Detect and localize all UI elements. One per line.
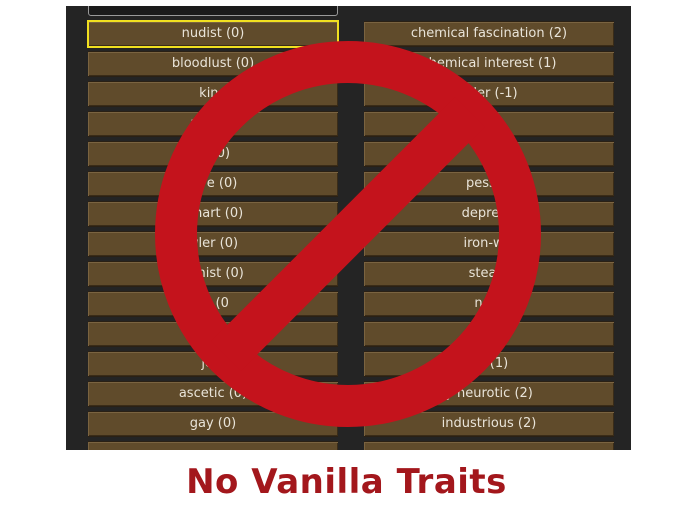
trait-button[interactable]: chemical interest (1) [364, 51, 614, 77]
trait-button[interactable]: y neurotic (2) [364, 381, 614, 407]
trait-button[interactable]: smart (0) [88, 201, 338, 227]
trait-button[interactable] [88, 321, 338, 347]
trait-button[interactable]: ascetic (0) [88, 381, 338, 407]
trait-button[interactable]: sive (0) [88, 171, 338, 197]
trait-button[interactable]: industrious (2) [364, 411, 614, 437]
trait-button[interactable]: v 2) [364, 321, 614, 347]
trait-button[interactable]: jeal [88, 351, 338, 377]
trait-button[interactable]: al (0) [88, 141, 338, 167]
trait-button[interactable]: iron-will [364, 231, 614, 257]
trait-button[interactable] [88, 441, 338, 450]
trait-button[interactable]: pt [364, 141, 614, 167]
trait-button[interactable]: e (2) [364, 111, 614, 137]
trait-button[interactable]: wl (0 [88, 291, 338, 317]
trait-button[interactable]: nchist (0) [88, 261, 338, 287]
trait-button[interactable]: nudist (0) [87, 20, 339, 48]
trait-button[interactable]: gay (0) [88, 411, 338, 437]
trait-button[interactable]: bloodlust (0) [88, 51, 338, 77]
trait-button[interactable]: pessim [364, 171, 614, 197]
trait-button[interactable]: wler (0) [88, 231, 338, 257]
trait-button[interactable]: steadf [364, 261, 614, 287]
caption-text: No Vanilla Traits [186, 462, 507, 502]
trait-button[interactable]: tic (1) [364, 351, 614, 377]
trait-button[interactable]: kind [88, 81, 338, 107]
trait-button[interactable]: depressi [364, 201, 614, 227]
search-field[interactable] [88, 6, 338, 16]
trait-button[interactable]: taler (-1) [364, 81, 614, 107]
trait-button[interactable] [364, 441, 614, 450]
trait-button[interactable]: nerv [364, 291, 614, 317]
trait-list-panel: nudist (0) bloodlust (0) kind psy (0) al (0)… [66, 6, 631, 450]
trait-button[interactable]: psy (0) [88, 111, 338, 137]
trait-button[interactable]: chemical fascination (2) [364, 21, 614, 47]
